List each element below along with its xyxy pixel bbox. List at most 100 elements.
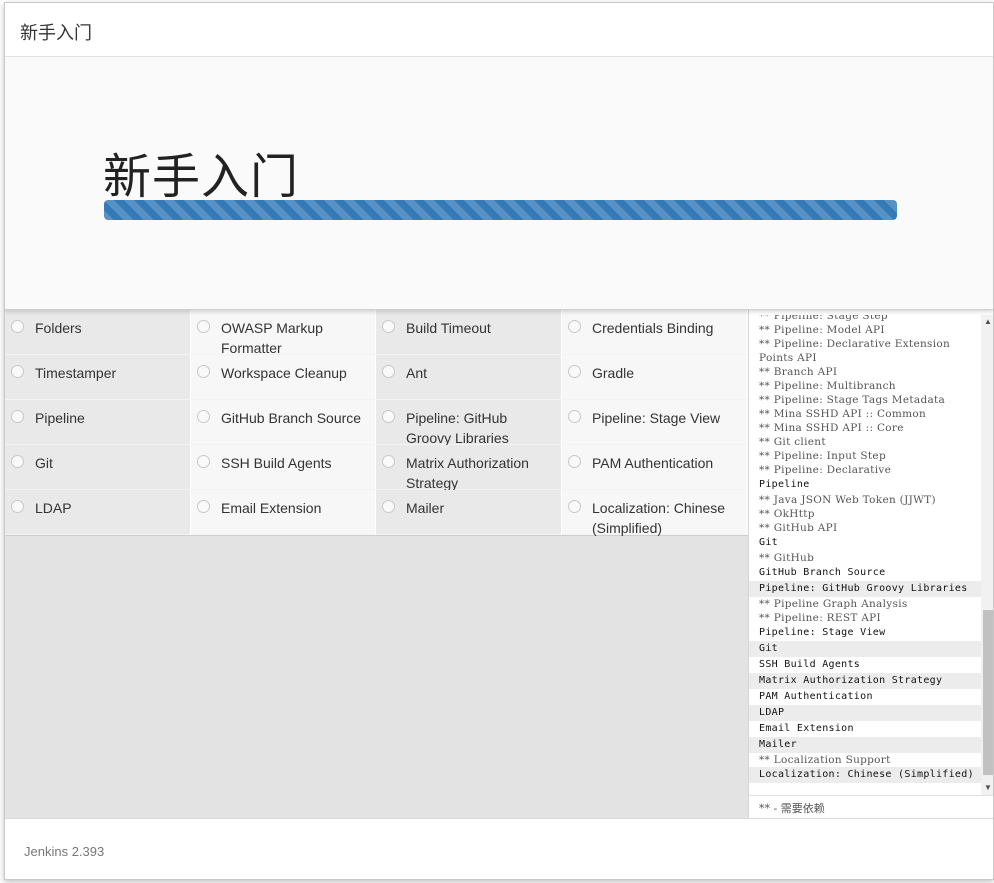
- plugin-item: SSH Build Agents: [191, 445, 376, 490]
- log-line: GitHub Branch Source: [759, 567, 886, 578]
- plugin-item: Matrix Authorization Strategy: [376, 445, 562, 491]
- plugin-name: Pipeline: Stage View: [592, 410, 721, 426]
- scroll-up-arrow-icon[interactable]: ▲: [981, 315, 993, 329]
- plugin-item: Gradle: [562, 355, 748, 400]
- log-line: Email Extension: [759, 723, 854, 734]
- log-line: Matrix Authorization Strategy: [749, 673, 981, 689]
- plugin-name: LDAP: [35, 500, 72, 516]
- plugin-name: Email Extension: [221, 500, 322, 516]
- log-line: ** Mina SSHD API :: Common: [759, 408, 927, 420]
- plugin-item: Pipeline: Stage View: [562, 400, 748, 445]
- plugin-status-icon: [11, 365, 24, 378]
- plugin-item: GitHub Branch Source: [191, 400, 376, 445]
- plugin-status-icon: [197, 410, 210, 423]
- log-line: Pipeline: [759, 479, 810, 490]
- log-line: Git: [759, 537, 778, 548]
- plugin-item: Folders: [5, 310, 191, 355]
- plugin-name: Mailer: [406, 500, 445, 516]
- log-line: ** Pipeline: Declarative Extension: [759, 338, 951, 350]
- plugin-item: Workspace Cleanup: [191, 355, 376, 400]
- plugin-status-icon: [11, 410, 24, 423]
- install-log-list: ** Pipeline: Stage Step ** Pipeline: Mode…: [749, 315, 981, 783]
- plugin-name: Matrix Authorization Strategy: [406, 455, 529, 491]
- plugin-status-icon: [568, 500, 581, 513]
- log-line: ** GitHub: [759, 552, 815, 564]
- log-line: ** Pipeline: Stage Step: [759, 315, 888, 322]
- plugin-status-icon: [11, 500, 24, 513]
- install-banner: 新手入门: [5, 57, 993, 310]
- log-scrollbar[interactable]: ▲ ▼: [981, 315, 993, 795]
- dialog-footer: Jenkins 2.393: [5, 818, 993, 879]
- install-progress-fill: [104, 200, 897, 220]
- plugin-item: Email Extension: [191, 490, 376, 535]
- install-log[interactable]: ** Pipeline: Stage Step ** Pipeline: Mode…: [749, 315, 993, 795]
- plugin-item: Localization: Chinese (Simplified): [562, 490, 748, 536]
- plugin-name: Localization: Chinese (Simplified): [592, 500, 726, 536]
- plugin-name: Pipeline: [35, 410, 85, 426]
- log-line: ** Pipeline: Multibranch: [759, 380, 896, 392]
- setup-wizard-dialog: 新手入门 新手入门 Folders OWASP Markup Formatter B…: [4, 2, 994, 880]
- plugin-status-icon: [197, 365, 210, 378]
- log-line: ** Pipeline: Stage Tags Metadata: [759, 394, 946, 406]
- plugin-status-icon: [382, 500, 395, 513]
- log-line: Points API: [759, 352, 817, 364]
- plugin-grid: Folders OWASP Markup Formatter Build Timeo…: [5, 310, 748, 536]
- log-line: ** Java JSON Web Token (JJWT): [759, 494, 936, 506]
- log-line: Pipeline: Stage View: [759, 627, 886, 638]
- scroll-thumb[interactable]: [983, 610, 993, 775]
- log-line: LDAP: [749, 705, 981, 721]
- plugin-item: OWASP Markup Formatter: [191, 310, 376, 356]
- plugin-item: LDAP: [5, 490, 191, 535]
- plugin-name: Ant: [406, 365, 428, 381]
- log-line: ** GitHub API: [759, 522, 838, 534]
- install-progress-bar: [104, 200, 897, 220]
- log-line: ** Pipeline: Declarative: [759, 464, 892, 476]
- install-log-panel: ** Pipeline: Stage Step ** Pipeline: Mode…: [748, 310, 993, 818]
- plugin-status-icon: [568, 410, 581, 423]
- plugin-status-icon: [197, 320, 210, 333]
- plugin-status-icon: [568, 455, 581, 468]
- plugin-status-icon: [197, 455, 210, 468]
- plugin-name: Pipeline: GitHub Groovy Libraries: [406, 410, 509, 446]
- plugin-name: Credentials Binding: [592, 320, 714, 336]
- plugin-status-icon: [382, 455, 395, 468]
- log-line: SSH Build Agents: [759, 659, 861, 670]
- log-line: Mailer: [749, 737, 981, 753]
- scroll-down-arrow-icon[interactable]: ▼: [981, 781, 993, 795]
- log-line: Localization: Chinese (Simplified): [749, 767, 981, 783]
- plugin-name: OWASP Markup Formatter: [221, 320, 323, 356]
- plugin-name: SSH Build Agents: [221, 455, 332, 471]
- dialog-title: 新手入门: [20, 23, 92, 44]
- log-line: ** Pipeline Graph Analysis: [759, 598, 908, 610]
- plugin-status-icon: [197, 500, 210, 513]
- plugin-name: Gradle: [592, 365, 635, 381]
- plugin-name: GitHub Branch Source: [221, 410, 362, 426]
- plugin-item: Pipeline: GitHub Groovy Libraries: [376, 400, 562, 446]
- plugin-item: Credentials Binding: [562, 310, 748, 355]
- log-line: ** OkHttp: [759, 508, 815, 520]
- plugin-status-icon: [11, 455, 24, 468]
- plugin-name: Build Timeout: [406, 320, 491, 336]
- log-line: ** Mina SSHD API :: Core: [759, 422, 904, 434]
- plugin-item: Git: [5, 445, 191, 490]
- log-line: Pipeline: GitHub Groovy Libraries: [749, 581, 981, 597]
- plugin-status-icon: [382, 410, 395, 423]
- plugin-item: Pipeline: [5, 400, 191, 445]
- plugin-status-icon: [382, 320, 395, 333]
- install-content: Folders OWASP Markup Formatter Build Timeo…: [5, 310, 993, 818]
- log-line: ** Pipeline: Input Step: [759, 450, 886, 462]
- plugin-item: Mailer: [376, 490, 562, 535]
- plugin-status-icon: [11, 320, 24, 333]
- dialog-header: 新手入门: [5, 3, 993, 57]
- log-line: ** Git client: [759, 436, 826, 448]
- plugin-name: Folders: [35, 320, 82, 336]
- log-line: ** Pipeline: Model API: [759, 324, 885, 336]
- log-line: Git: [749, 641, 981, 657]
- page-title: 新手入门: [103, 149, 300, 205]
- plugin-item: Ant: [376, 355, 562, 400]
- plugin-status-icon: [568, 365, 581, 378]
- plugin-status-icon: [568, 320, 581, 333]
- plugin-name: PAM Authentication: [592, 455, 714, 471]
- plugin-status-icon: [382, 365, 395, 378]
- jenkins-version: Jenkins 2.393: [24, 844, 105, 859]
